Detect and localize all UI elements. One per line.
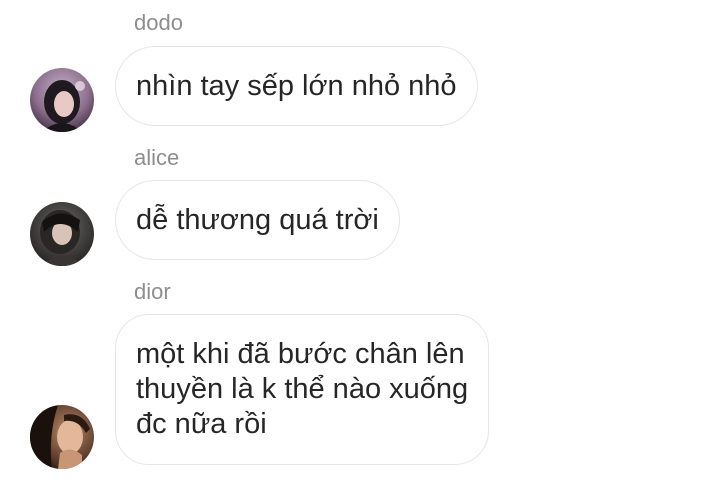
message-text: nhìn tay sếp lớn nhỏ nhỏ xyxy=(136,69,457,102)
message-bubble[interactable]: nhìn tay sếp lớn nhỏ nhỏ xyxy=(115,46,478,126)
sender-name[interactable]: alice xyxy=(134,145,179,171)
message-bubble[interactable]: dễ thương quá trời xyxy=(115,180,400,260)
avatar-photo-icon xyxy=(30,405,94,469)
sender-name[interactable]: dodo xyxy=(134,10,183,36)
message-bubble[interactable]: một khi đã bước chân lên thuyền là k thể… xyxy=(115,314,490,465)
avatar[interactable] xyxy=(30,68,94,132)
message-text-line: đc nữa rồi xyxy=(136,408,267,440)
avatar-photo-icon xyxy=(30,68,94,132)
sender-name[interactable]: dior xyxy=(134,279,171,305)
message-text-line: một khi đã bước chân lên xyxy=(136,338,465,370)
message-text-line: thuyền là k thể nào xuống xyxy=(136,373,469,405)
avatar[interactable] xyxy=(30,202,94,266)
message-text: dễ thương quá trời xyxy=(136,203,379,236)
avatar[interactable] xyxy=(30,405,94,469)
avatar-photo-icon xyxy=(30,202,94,266)
